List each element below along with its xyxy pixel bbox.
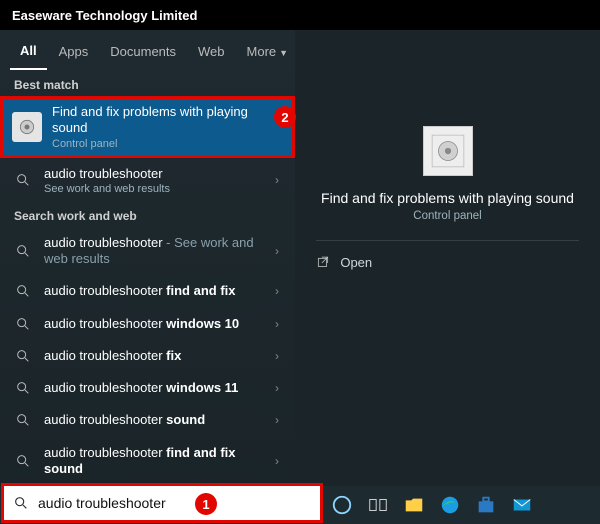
window-title: Easeware Technology Limited (12, 8, 197, 23)
preview-pane: Find and fix problems with playing sound… (295, 30, 600, 524)
best-match-result[interactable]: Find and fix problems with playing sound… (0, 96, 295, 158)
best-match-subtitle: Control panel (52, 138, 283, 150)
control-panel-icon (12, 112, 42, 142)
annotation-badge-2: 2 (274, 106, 296, 128)
suggestion-item[interactable]: audio troubleshooter windows 11 › (0, 372, 295, 404)
suggestion-item[interactable]: audio troubleshooter fix › (0, 340, 295, 372)
chevron-right-icon: › (275, 244, 283, 258)
search-icon (12, 453, 34, 469)
taskbar-mail-icon[interactable] (510, 493, 534, 517)
window-titlebar: Easeware Technology Limited (0, 0, 600, 30)
suggestion-text: audio troubleshooter find and fix (44, 283, 265, 299)
chevron-right-icon: › (275, 454, 283, 468)
preview-title: Find and fix problems with playing sound (309, 190, 586, 206)
suggestion-item[interactable]: audio troubleshooter - See work and web … (0, 227, 295, 276)
suggestion-item[interactable]: audio troubleshooter windows 10 › (0, 308, 295, 340)
taskbar-explorer-icon[interactable] (402, 493, 426, 517)
chevron-down-icon: ▼ (279, 48, 288, 58)
web-top-subtitle: See work and web results (44, 183, 265, 195)
best-match-title: Find and fix problems with playing sound (52, 104, 283, 137)
result-list: Find and fix problems with playing sound… (0, 96, 295, 524)
search-icon (12, 380, 34, 396)
preview-icon (423, 126, 473, 176)
tab-all[interactable]: All (10, 33, 47, 70)
open-label: Open (340, 255, 372, 270)
taskbar-edge-icon[interactable] (438, 493, 462, 517)
chevron-right-icon: › (275, 284, 283, 298)
taskbar-cortana-icon[interactable] (330, 493, 354, 517)
chevron-right-icon: › (275, 173, 283, 187)
search-tabs: All Apps Documents Web More▼ E ··· ✕ (0, 30, 295, 72)
suggestion-item[interactable]: audio troubleshooter find and fix › (0, 275, 295, 307)
search-icon (12, 412, 34, 428)
search-icon (12, 283, 34, 299)
chevron-right-icon: › (275, 413, 283, 427)
search-icon (12, 243, 34, 259)
suggestion-text: audio troubleshooter find and fix sound (44, 445, 265, 478)
chevron-right-icon: › (275, 317, 283, 331)
search-icon (12, 172, 34, 188)
open-icon (316, 256, 330, 270)
suggestion-item[interactable]: audio troubleshooter find and fix sound › (0, 437, 295, 486)
taskbar-store-icon[interactable] (474, 493, 498, 517)
suggestion-text: audio troubleshooter sound (44, 412, 265, 428)
chevron-right-icon: › (275, 381, 283, 395)
preview-subtitle: Control panel (413, 210, 481, 222)
search-icon (12, 316, 34, 332)
search-left-pane: All Apps Documents Web More▼ E ··· ✕ Bes… (0, 30, 295, 524)
suggestion-text: audio troubleshooter fix (44, 348, 265, 364)
tab-more[interactable]: More▼ (237, 34, 299, 69)
section-best-match: Best match (0, 72, 295, 96)
suggestion-item[interactable]: audio troubleshooter sound › (0, 404, 295, 436)
open-action[interactable]: Open (316, 241, 578, 284)
search-input[interactable] (38, 495, 320, 511)
search-bar[interactable] (4, 486, 320, 520)
suggestion-text: audio troubleshooter windows 11 (44, 380, 265, 396)
search-icon (12, 348, 34, 364)
taskbar-taskview-icon[interactable] (366, 493, 390, 517)
web-search-top-result[interactable]: audio troubleshooter See work and web re… (0, 158, 295, 203)
tab-documents[interactable]: Documents (100, 34, 186, 69)
suggestion-text: audio troubleshooter windows 10 (44, 316, 265, 332)
chevron-right-icon: › (275, 349, 283, 363)
search-icon (4, 495, 38, 511)
section-search-web: Search work and web (0, 203, 295, 227)
tab-apps[interactable]: Apps (49, 34, 99, 69)
annotation-badge-1: 1 (195, 493, 217, 515)
suggestion-text: audio troubleshooter - See work and web … (44, 235, 265, 268)
tab-web[interactable]: Web (188, 34, 235, 69)
web-top-title: audio troubleshooter (44, 166, 265, 182)
